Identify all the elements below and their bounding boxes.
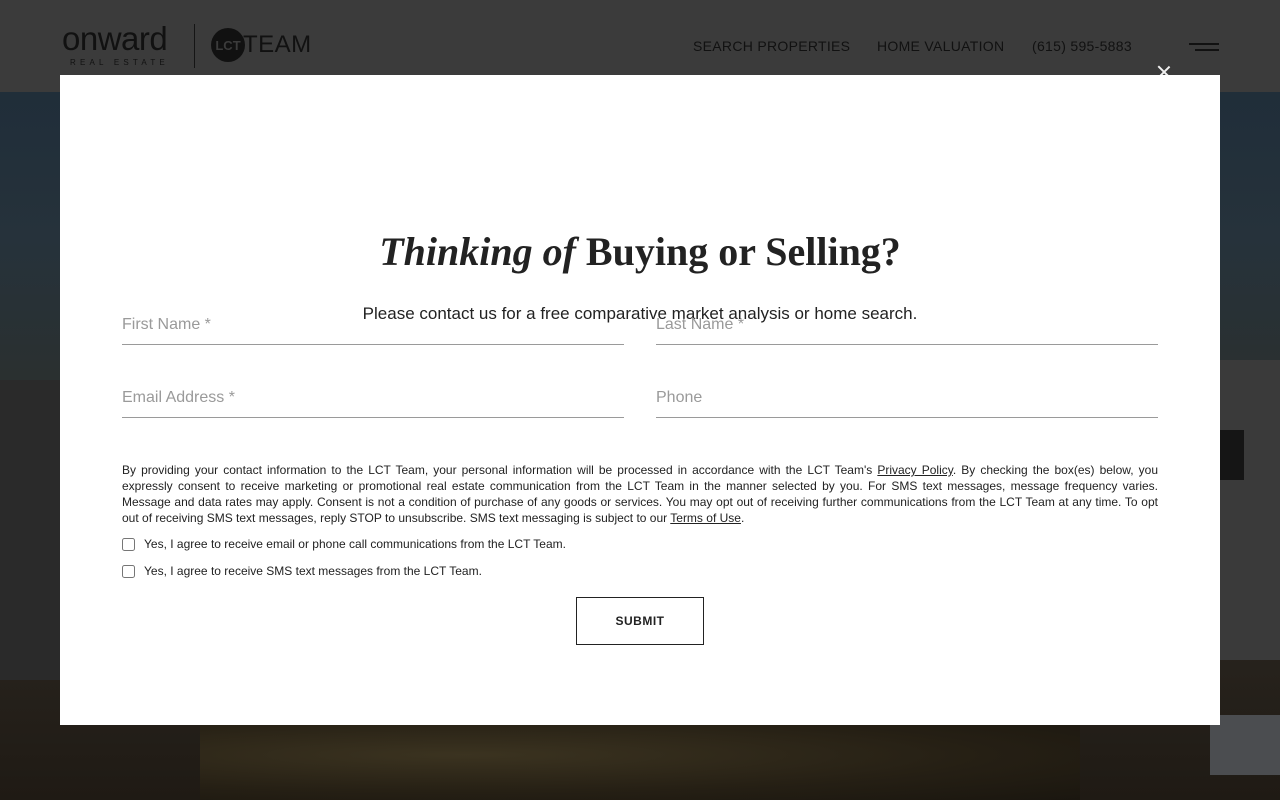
background-foliage	[200, 725, 1080, 800]
onward-logo-subtitle: REAL ESTATE	[70, 58, 169, 67]
hamburger-line-top	[1189, 43, 1219, 45]
consent-email-label: Yes, I agree to receive email or phone c…	[144, 537, 566, 551]
consent-sms-label: Yes, I agree to receive SMS text message…	[144, 564, 482, 578]
onward-logo-text: onward	[62, 20, 168, 57]
logo-divider	[194, 24, 195, 68]
nav-phone-number[interactable]: (615) 595-5883	[1032, 38, 1132, 54]
contact-modal: Thinking of Buying or Selling? Please co…	[60, 75, 1220, 725]
background-house-left	[0, 380, 60, 680]
consent-sms-row[interactable]: Yes, I agree to receive SMS text message…	[122, 564, 482, 578]
consent-email-row[interactable]: Yes, I agree to receive email or phone c…	[122, 537, 566, 551]
lct-team-logo[interactable]: LCT TEAM	[211, 28, 312, 62]
disclaimer-text-1: By providing your contact information to…	[122, 463, 878, 477]
consent-disclaimer: By providing your contact information to…	[122, 462, 1158, 526]
background-path	[1210, 715, 1280, 775]
background-window	[1216, 430, 1244, 480]
last-name-field[interactable]	[656, 305, 1158, 345]
terms-of-use-link[interactable]: Terms of Use	[670, 511, 741, 525]
hamburger-line-bottom	[1195, 49, 1219, 51]
hamburger-menu-icon[interactable]	[1189, 40, 1219, 54]
background-house-right	[1210, 360, 1280, 660]
phone-field[interactable]	[656, 378, 1158, 418]
disclaimer-text-3: .	[740, 511, 745, 525]
nav-search-properties[interactable]: SEARCH PROPERTIES	[693, 38, 850, 54]
email-field[interactable]	[122, 378, 624, 418]
consent-email-checkbox[interactable]	[122, 537, 135, 551]
consent-sms-checkbox[interactable]	[122, 564, 135, 578]
nav-home-valuation[interactable]: HOME VALUATION	[877, 38, 1004, 54]
onward-logo[interactable]: onward REAL ESTATE	[62, 20, 180, 70]
modal-title-regular: Buying or Selling?	[575, 229, 901, 274]
lct-logo-mark: LCT	[211, 28, 245, 62]
modal-title: Thinking of Buying or Selling?	[60, 228, 1220, 276]
lct-logo-text: TEAM	[243, 31, 312, 58]
modal-title-italic: Thinking of	[379, 229, 576, 274]
privacy-policy-link[interactable]: Privacy Policy	[877, 463, 953, 477]
submit-button[interactable]: SUBMIT	[576, 597, 704, 645]
first-name-field[interactable]	[122, 305, 624, 345]
